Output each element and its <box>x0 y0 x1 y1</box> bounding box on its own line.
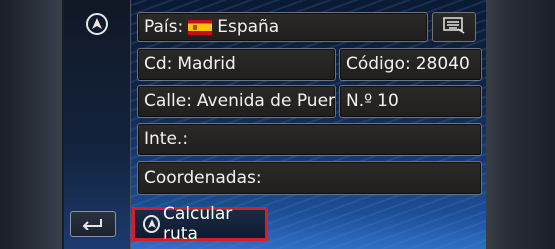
keyboard-button[interactable] <box>432 12 476 42</box>
house-number-field[interactable]: N.º 10 <box>339 85 482 118</box>
country-label: País: <box>144 16 184 37</box>
bezel-left <box>0 0 62 249</box>
navigation-arrow-icon <box>143 215 161 233</box>
city-label: Cd: <box>144 54 173 74</box>
postal-code-field[interactable]: Código: 28040 <box>339 48 482 81</box>
street-value: Avenida de Puer... <box>196 91 336 111</box>
back-button[interactable] <box>70 211 116 237</box>
country-value: España <box>217 16 280 37</box>
postal-code-label: Código: <box>346 54 411 74</box>
city-value: Madrid <box>177 54 236 74</box>
calculate-route-label: Calcular ruta <box>163 204 233 244</box>
city-field[interactable]: Cd: Madrid <box>137 48 336 81</box>
postal-code-value: 28040 <box>415 54 470 74</box>
house-number-label: N.º <box>346 91 373 111</box>
intersection-field[interactable]: Inte.: <box>137 123 482 156</box>
intersection-label: Inte.: <box>144 129 189 149</box>
keyboard-icon <box>443 16 465 38</box>
coordinates-field[interactable]: Coordenadas: <box>137 161 482 195</box>
coordinates-label: Coordenadas: <box>144 167 262 188</box>
street-label: Calle: <box>144 91 192 111</box>
bezel-right <box>485 0 555 249</box>
house-number-value: 10 <box>377 91 399 111</box>
street-field[interactable]: Calle: Avenida de Puer... <box>137 85 336 118</box>
country-field[interactable]: País: España <box>137 12 428 42</box>
navigation-arrow-icon[interactable] <box>86 13 108 35</box>
spain-flag-icon <box>188 19 213 35</box>
calculate-route-button[interactable]: Calcular ruta <box>132 204 268 244</box>
back-arrow-icon <box>81 215 105 234</box>
